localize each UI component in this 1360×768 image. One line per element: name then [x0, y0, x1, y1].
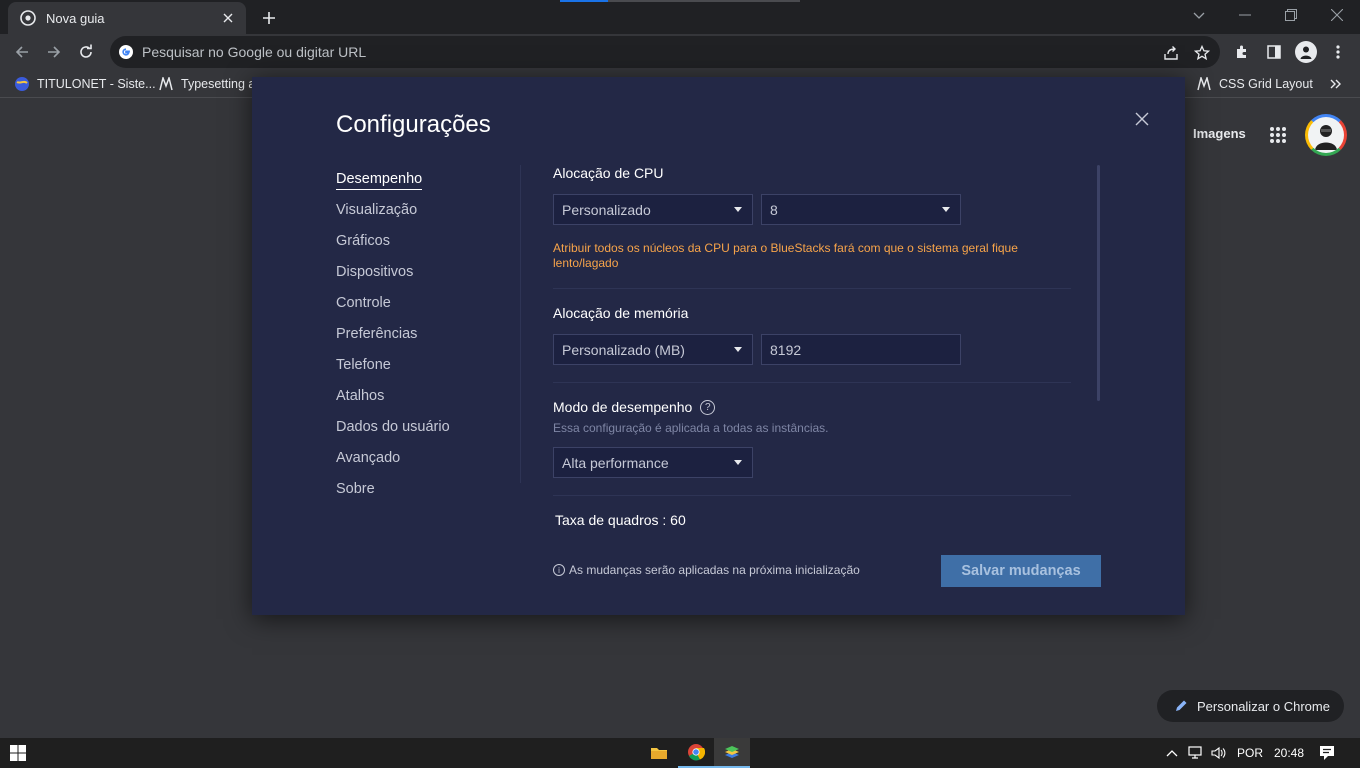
reload-icon[interactable]: [74, 40, 98, 64]
omnibox[interactable]: [110, 36, 1220, 68]
cpu-cores-select[interactable]: 8: [761, 194, 961, 225]
nav-item-desempenho[interactable]: Desempenho: [336, 171, 516, 202]
share-icon[interactable]: [1160, 42, 1182, 64]
performance-mode-label: Modo de desempenho?: [553, 399, 716, 416]
restart-note: i As mudanças serão aplicadas na próxima…: [553, 563, 860, 577]
close-window-button[interactable]: [1322, 4, 1352, 26]
language-indicator[interactable]: POR: [1237, 746, 1263, 760]
file-explorer-icon[interactable]: [642, 738, 676, 768]
network-icon[interactable]: [1186, 738, 1206, 768]
account-avatar[interactable]: [1305, 114, 1347, 156]
side-panel-icon[interactable]: [1262, 40, 1286, 64]
bookmark-css-grid[interactable]: CSS Grid Layout: [1196, 74, 1313, 94]
tab-nova-guia[interactable]: Nova guia: [8, 2, 246, 34]
nav-item-preferencias[interactable]: Preferências: [336, 326, 516, 357]
more-bookmarks-icon[interactable]: [1330, 74, 1342, 94]
bookmark-label: TITULONET - Siste...: [37, 77, 156, 91]
performance-mode-hint: Essa configuração é aplicada a todas as …: [553, 421, 829, 435]
nav-item-sobre[interactable]: Sobre: [336, 481, 516, 512]
bookmark-label: Typesetting a: [181, 77, 256, 91]
globe-icon: [14, 76, 30, 92]
nav-item-dispositivos[interactable]: Dispositivos: [336, 264, 516, 295]
loading-indicator: [560, 0, 608, 2]
images-link[interactable]: Imagens: [1193, 126, 1246, 141]
back-icon[interactable]: [10, 40, 34, 64]
volume-icon[interactable]: [1208, 738, 1228, 768]
settings-nav: Desempenho Visualização Gráficos Disposi…: [336, 171, 516, 512]
performance-mode-select[interactable]: Alta performance: [553, 447, 753, 478]
close-tab-icon[interactable]: [220, 10, 236, 26]
nav-item-controle[interactable]: Controle: [336, 295, 516, 326]
cpu-allocation-label: Alocação de CPU: [553, 165, 664, 181]
chevron-down-icon: [734, 347, 742, 352]
settings-dialog: Configurações Desempenho Visualização Gr…: [252, 77, 1185, 615]
customize-label: Personalizar o Chrome: [1197, 698, 1330, 714]
google-apps-icon[interactable]: [1266, 123, 1290, 147]
memory-allocation-label: Alocação de memória: [553, 305, 689, 321]
chrome-taskbar-icon[interactable]: [678, 738, 714, 768]
extensions-icon[interactable]: [1230, 40, 1254, 64]
medium-icon: [1196, 76, 1212, 92]
cpu-warning: Atribuir todos os núcleos da CPU para o …: [553, 241, 1018, 270]
nav-item-atalhos[interactable]: Atalhos: [336, 388, 516, 419]
tab-strip: Nova guia: [0, 0, 1360, 34]
nav-item-avancado[interactable]: Avançado: [336, 450, 516, 481]
restore-button[interactable]: [1276, 4, 1306, 26]
framerate-label: Taxa de quadros : 60: [555, 512, 686, 528]
dialog-title: Configurações: [336, 111, 491, 138]
bookmark-label: CSS Grid Layout: [1219, 77, 1313, 91]
chevron-down-icon: [734, 460, 742, 465]
minimize-button[interactable]: [1230, 4, 1260, 26]
pencil-icon: [1173, 698, 1189, 714]
toolbar: [0, 34, 1360, 70]
divider: [553, 382, 1071, 383]
loading-track: [608, 0, 800, 2]
bluestacks-taskbar-icon[interactable]: [714, 738, 750, 768]
cpu-mode-select[interactable]: Personalizado: [553, 194, 753, 225]
memory-value-input[interactable]: 8192: [761, 334, 961, 365]
memory-mode-select[interactable]: Personalizado (MB): [553, 334, 753, 365]
chevron-up-icon[interactable]: [1162, 738, 1182, 768]
content-scrollbar[interactable]: [1097, 165, 1100, 401]
windows-start-icon[interactable]: [6, 738, 30, 768]
close-icon[interactable]: [1133, 110, 1151, 128]
notifications-icon[interactable]: [1316, 738, 1338, 768]
tab-search-icon[interactable]: [1189, 6, 1209, 26]
nav-item-telefone[interactable]: Telefone: [336, 357, 516, 388]
chrome-icon: [20, 10, 36, 26]
new-tab-button[interactable]: [258, 7, 280, 29]
info-icon: i: [553, 564, 565, 576]
save-changes-button[interactable]: Salvar mudanças: [941, 555, 1101, 587]
chevron-down-icon: [734, 207, 742, 212]
nav-divider: [520, 165, 521, 483]
omnibox-input[interactable]: [142, 44, 1042, 60]
profile-avatar[interactable]: [1295, 41, 1317, 63]
clock[interactable]: 20:48: [1274, 746, 1304, 760]
bookmark-titulonet[interactable]: TITULONET - Siste...: [14, 74, 156, 94]
forward-icon[interactable]: [42, 40, 66, 64]
tab-title: Nova guia: [46, 10, 105, 26]
bookmark-typesetting[interactable]: Typesetting a: [158, 74, 255, 94]
medium-icon: [158, 76, 174, 92]
divider: [553, 495, 1071, 496]
nav-item-visualizacao[interactable]: Visualização: [336, 202, 516, 233]
divider: [553, 288, 1071, 289]
nav-item-dados-do-usuario[interactable]: Dados do usuário: [336, 419, 516, 450]
taskbar: POR 20:48: [0, 738, 1360, 768]
google-icon: [118, 44, 134, 60]
help-icon[interactable]: ?: [700, 399, 716, 415]
nav-item-graficos[interactable]: Gráficos: [336, 233, 516, 264]
bookmark-star-icon[interactable]: [1191, 42, 1213, 64]
customize-chrome-button[interactable]: Personalizar o Chrome: [1157, 690, 1344, 722]
more-menu-icon[interactable]: [1326, 40, 1350, 64]
chevron-down-icon: [942, 207, 950, 212]
